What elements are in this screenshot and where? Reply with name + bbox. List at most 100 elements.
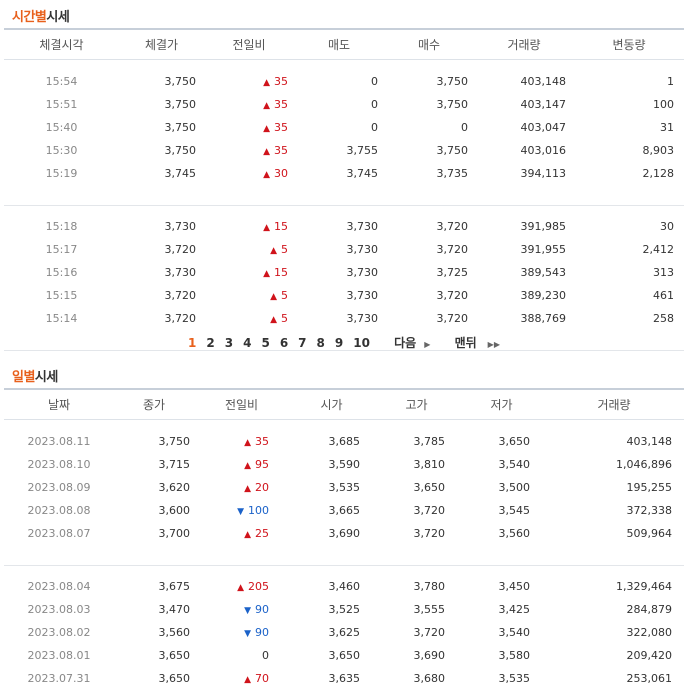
change-cell: ▲ 205: [194, 575, 289, 598]
page-link-8[interactable]: 8: [317, 336, 325, 350]
time-cell: 15:19: [45, 167, 78, 180]
high-cell: 3,680: [413, 672, 446, 685]
time-cell: 15:30: [45, 144, 78, 157]
change-value: 15: [274, 220, 288, 233]
date-cell: 2023.08.07: [27, 527, 91, 540]
page-link-10[interactable]: 10: [353, 336, 370, 350]
day-section-title: 일별시세: [12, 366, 58, 385]
up-arrow-icon: ▲: [263, 223, 270, 233]
bid-cell: 3,720: [436, 243, 469, 256]
low-cell: 3,560: [498, 527, 531, 540]
down-arrow-icon: ▼: [237, 507, 244, 517]
delta-cell: 2,128: [642, 167, 675, 180]
header-close: 종가: [114, 388, 194, 420]
volume-cell: 394,113: [520, 167, 567, 180]
page-link-5[interactable]: 5: [261, 336, 269, 350]
header-open: 시가: [289, 388, 374, 420]
price-cell: 3,720: [164, 243, 197, 256]
day-title-highlight: 일별: [12, 370, 35, 385]
up-arrow-icon: ▲: [237, 583, 244, 593]
volume-cell: 391,985: [520, 220, 567, 233]
delta-cell: 461: [653, 289, 674, 302]
volume-cell: 403,047: [520, 121, 567, 134]
time-price-table: 체결시각 체결가 전일비 매도 매수 거래량 변동량 15:54 3,750 ▲ 35…: [4, 28, 684, 351]
time-cell: 15:18: [45, 220, 78, 233]
page-link-3[interactable]: 3: [225, 336, 233, 350]
volume-cell: 195,255: [626, 481, 673, 494]
spacer-cell: [4, 420, 684, 431]
table-row: 2023.08.08 3,600 ▼ 100 3,665 3,720 3,545 372,33…: [4, 499, 684, 522]
change-cell: ▲ 35: [204, 116, 294, 139]
delta-cell: 30: [660, 220, 674, 233]
volume-cell: 253,061: [626, 672, 673, 685]
up-arrow-icon: ▲: [270, 292, 277, 302]
header-delta: 변동량: [574, 28, 684, 60]
date-cell: 2023.08.04: [27, 580, 91, 593]
open-cell: 3,460: [328, 580, 361, 593]
high-cell: 3,785: [413, 435, 446, 448]
up-arrow-icon: ▲: [244, 438, 251, 448]
table-row: 15:14 3,720 ▲ 5 3,730 3,720 388,769 258: [4, 307, 684, 330]
date-cell: 2023.08.01: [27, 649, 91, 662]
down-arrow-icon: ▼: [244, 629, 251, 639]
bid-cell: 3,735: [436, 167, 469, 180]
table-row: 2023.08.09 3,620 ▲ 20 3,535 3,650 3,500 195,255: [4, 476, 684, 499]
page-link-2[interactable]: 2: [206, 336, 214, 350]
volume-cell: 284,879: [626, 603, 673, 616]
close-cell: 3,715: [158, 458, 191, 471]
up-arrow-icon: ▲: [263, 78, 270, 88]
open-cell: 3,535: [328, 481, 361, 494]
table-row: 2023.08.11 3,750 ▲ 35 3,685 3,785 3,650 403,148: [4, 430, 684, 453]
divider-cell: [4, 545, 684, 566]
change-cell: ▲ 30: [204, 162, 294, 185]
change-value: 15: [274, 266, 288, 279]
table-row: 2023.08.10 3,715 ▲ 95 3,590 3,810 3,540 1,046,8…: [4, 453, 684, 476]
up-arrow-icon: ▲: [263, 269, 270, 279]
change-value: 20: [255, 481, 269, 494]
table-row: 15:18 3,730 ▲ 15 3,730 3,720 391,985 30: [4, 215, 684, 238]
low-cell: 3,540: [498, 458, 531, 471]
change-value: 70: [255, 672, 269, 685]
page-link-4[interactable]: 4: [243, 336, 251, 350]
delta-cell: 8,903: [642, 144, 675, 157]
table-row: 2023.08.02 3,560 ▼ 90 3,625 3,720 3,540 322,080: [4, 621, 684, 644]
page-link-1[interactable]: 1: [188, 336, 196, 350]
next-page-link[interactable]: 다음 ▶: [389, 334, 435, 351]
low-cell: 3,500: [498, 481, 531, 494]
price-cell: 3,745: [164, 167, 197, 180]
header-low: 저가: [459, 388, 544, 420]
delta-cell: 31: [660, 121, 674, 134]
change-cell: ▼ 90: [194, 621, 289, 644]
ask-cell: 3,730: [346, 220, 379, 233]
up-arrow-icon: ▲: [263, 101, 270, 111]
page-link-9[interactable]: 9: [335, 336, 343, 350]
table-row: 2023.07.31 3,650 ▲ 70 3,635 3,680 3,535 253,061: [4, 667, 684, 690]
table-row: 15:16 3,730 ▲ 15 3,730 3,725 389,543 313: [4, 261, 684, 284]
volume-cell: 509,964: [626, 527, 673, 540]
up-arrow-icon: ▲: [244, 461, 251, 471]
delta-cell: 100: [653, 98, 674, 111]
change-cell: ▲ 20: [194, 476, 289, 499]
page-link-7[interactable]: 7: [298, 336, 306, 350]
bid-cell: 3,750: [436, 98, 469, 111]
change-value: 30: [274, 167, 288, 180]
table-row: 15:54 3,750 ▲ 35 0 3,750 403,148 1: [4, 70, 684, 93]
change-value: 90: [255, 626, 269, 639]
ask-cell: 0: [371, 75, 378, 88]
change-value: 0: [262, 649, 269, 662]
up-arrow-icon: ▲: [244, 530, 251, 540]
open-cell: 3,685: [328, 435, 361, 448]
last-arrow-icon: ▶▶: [487, 340, 500, 349]
volume-cell: 1,329,464: [616, 580, 672, 593]
page-link-6[interactable]: 6: [280, 336, 288, 350]
last-page-link[interactable]: 맨뒤 ▶▶: [450, 334, 505, 351]
low-cell: 3,425: [498, 603, 531, 616]
close-cell: 3,600: [158, 504, 191, 517]
time-cell: 15:16: [45, 266, 78, 279]
open-cell: 3,665: [328, 504, 361, 517]
change-cell: ▲ 35: [204, 139, 294, 162]
header-bid: 매수: [384, 28, 474, 60]
day-title-rest: 시세: [34, 370, 58, 385]
close-cell: 3,650: [158, 672, 191, 685]
date-cell: 2023.08.10: [27, 458, 91, 471]
